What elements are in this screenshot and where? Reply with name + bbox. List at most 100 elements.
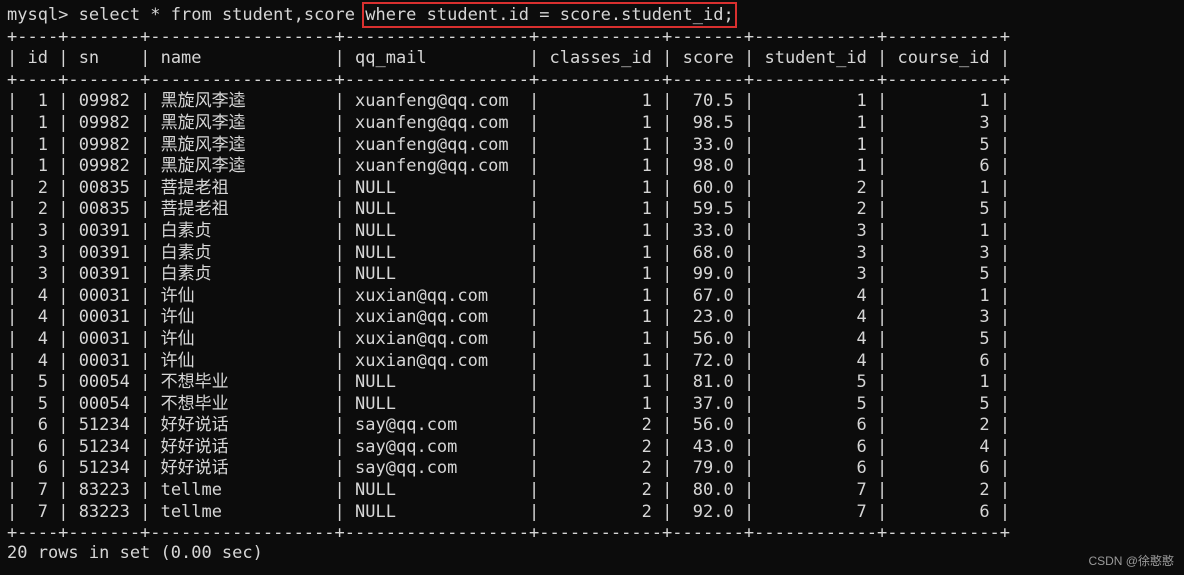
table-cell-score: 59.5 xyxy=(692,199,734,220)
table-cell-id: 3 xyxy=(37,220,48,241)
table-cell-course-id: 5 xyxy=(979,134,990,155)
table-header-row: | id | sn | name | qq_mail | classes_id | sco… xyxy=(7,48,1011,69)
table-cell-qq-mail: NULL xyxy=(355,501,396,522)
table-cell-classes-id: 1 xyxy=(641,156,652,177)
table-row: | 3 | 00391 | 白素贞 | NULL | 1 | 99.0 | 3 | 5 | xyxy=(7,264,1011,285)
table-cell-name: tellme xyxy=(160,480,222,501)
table-cell-id: 4 xyxy=(37,350,48,371)
table-cell-score: 43.0 xyxy=(692,436,734,457)
column-header-id: id xyxy=(27,48,48,69)
table-cell-id: 4 xyxy=(37,307,48,328)
table-cell-student-id: 7 xyxy=(856,480,867,501)
table-cell-name: 黑旋风李逵 xyxy=(160,156,246,177)
row-count-summary: 20 rows in set (0.00 sec) xyxy=(7,543,263,563)
table-cell-id: 1 xyxy=(37,91,48,112)
table-row: | 1 | 09982 | 黑旋风李逵 | xuanfeng@qq.com | 1 | 70… xyxy=(7,91,1011,112)
table-cell-id: 7 xyxy=(37,501,48,522)
table-cell-name: tellme xyxy=(160,501,222,522)
table-cell-student-id: 2 xyxy=(856,177,867,198)
table-cell-score: 98.5 xyxy=(692,112,734,133)
table-cell-sn: 00054 xyxy=(78,372,130,393)
column-header-student-id: student_id xyxy=(764,48,867,69)
table-cell-classes-id: 2 xyxy=(641,436,652,457)
table-row: | 7 | 83223 | tellme | NULL | 2 | 92.0 | 7 | 6 | xyxy=(7,501,1011,522)
table-cell-course-id: 1 xyxy=(979,220,990,241)
table-cell-sn: 09982 xyxy=(78,91,130,112)
table-cell-student-id: 3 xyxy=(856,264,867,285)
table-cell-student-id: 1 xyxy=(856,112,867,133)
table-cell-classes-id: 2 xyxy=(641,458,652,479)
table-cell-sn: 51234 xyxy=(78,458,130,479)
table-cell-course-id: 5 xyxy=(979,393,990,414)
table-cell-sn: 09982 xyxy=(78,156,130,177)
table-row: | 4 | 00031 | 许仙 | xuxian@qq.com | 1 | 67.0 | 4… xyxy=(7,285,1011,306)
table-cell-classes-id: 1 xyxy=(641,372,652,393)
table-cell-sn: 00835 xyxy=(78,177,130,198)
table-cell-sn: 00391 xyxy=(78,220,130,241)
table-cell-classes-id: 1 xyxy=(641,285,652,306)
table-cell-score: 33.0 xyxy=(692,134,734,155)
table-cell-student-id: 4 xyxy=(856,307,867,328)
table-cell-sn: 00031 xyxy=(78,285,130,306)
table-cell-student-id: 1 xyxy=(856,156,867,177)
table-cell-course-id: 3 xyxy=(979,242,990,263)
table-cell-course-id: 5 xyxy=(979,264,990,285)
table-cell-course-id: 2 xyxy=(979,415,990,436)
table-row: | 4 | 00031 | 许仙 | xuxian@qq.com | 1 | 72.0 | 4… xyxy=(7,350,1011,371)
table-cell-qq-mail: NULL xyxy=(355,199,396,220)
table-cell-sn: 00031 xyxy=(78,350,130,371)
table-cell-course-id: 5 xyxy=(979,328,990,349)
terminal-output: mysql> select * from student,score where… xyxy=(7,2,1010,545)
table-cell-score: 60.0 xyxy=(692,177,734,198)
table-cell-course-id: 3 xyxy=(979,112,990,133)
table-cell-qq-mail: xuanfeng@qq.com xyxy=(355,134,509,155)
table-cell-name: 白素贞 xyxy=(160,220,212,241)
table-cell-name: 菩提老祖 xyxy=(160,177,229,198)
table-cell-score: 68.0 xyxy=(692,242,734,263)
table-cell-name: 好好说话 xyxy=(160,458,229,479)
table-cell-name: 黑旋风李逵 xyxy=(160,134,246,155)
table-cell-course-id: 3 xyxy=(979,307,990,328)
table-cell-sn: 51234 xyxy=(78,415,130,436)
table-row: | 2 | 00835 | 菩提老祖 | NULL | 1 | 59.5 | 2 | 5 | xyxy=(7,199,1011,220)
table-cell-score: 37.0 xyxy=(692,393,734,414)
result-table: +----+-------+------------------+-------… xyxy=(7,27,1010,545)
table-cell-score: 23.0 xyxy=(692,307,734,328)
table-cell-id: 6 xyxy=(37,458,48,479)
table-cell-qq-mail: say@qq.com xyxy=(355,436,458,457)
table-row: | 7 | 83223 | tellme | NULL | 2 | 80.0 | 7 | 2 | xyxy=(7,480,1011,501)
table-row: | 1 | 09982 | 黑旋风李逵 | xuanfeng@qq.com | 1 | 98… xyxy=(7,112,1011,133)
table-cell-student-id: 5 xyxy=(856,372,867,393)
table-row: | 6 | 51234 | 好好说话 | say@qq.com | 2 | 56.0 | 6 … xyxy=(7,415,1011,436)
table-cell-student-id: 4 xyxy=(856,350,867,371)
table-border: +----+-------+------------------+-------… xyxy=(7,26,1011,47)
table-cell-course-id: 1 xyxy=(979,372,990,393)
table-cell-score: 56.0 xyxy=(692,328,734,349)
table-cell-name: 白素贞 xyxy=(160,264,212,285)
table-cell-score: 92.0 xyxy=(692,501,734,522)
column-header-classes-id: classes_id xyxy=(549,48,652,69)
table-cell-score: 80.0 xyxy=(692,480,734,501)
table-cell-course-id: 6 xyxy=(979,458,990,479)
table-cell-course-id: 1 xyxy=(979,91,990,112)
table-cell-score: 79.0 xyxy=(692,458,734,479)
column-header-sn: sn xyxy=(78,48,100,69)
table-cell-id: 1 xyxy=(37,156,48,177)
table-cell-student-id: 6 xyxy=(856,436,867,457)
mysql-prompt: mysql> xyxy=(7,5,79,25)
table-row: | 5 | 00054 | 不想毕业 | NULL | 1 | 37.0 | 5 | 5 | xyxy=(7,393,1011,414)
watermark: CSDN @徐憨憨 xyxy=(1088,554,1174,568)
table-cell-qq-mail: xuxian@qq.com xyxy=(355,285,489,306)
table-border: +----+-------+------------------+-------… xyxy=(7,523,1011,544)
table-cell-qq-mail: NULL xyxy=(355,242,396,263)
table-cell-classes-id: 1 xyxy=(641,393,652,414)
table-cell-name: 菩提老祖 xyxy=(160,199,229,220)
table-cell-classes-id: 1 xyxy=(641,307,652,328)
table-cell-score: 33.0 xyxy=(692,220,734,241)
table-cell-name: 许仙 xyxy=(160,307,195,328)
column-header-course-id: course_id xyxy=(897,48,990,69)
table-cell-sn: 00031 xyxy=(78,328,130,349)
table-cell-id: 6 xyxy=(37,415,48,436)
column-header-name: name xyxy=(160,48,202,69)
table-cell-id: 2 xyxy=(37,177,48,198)
